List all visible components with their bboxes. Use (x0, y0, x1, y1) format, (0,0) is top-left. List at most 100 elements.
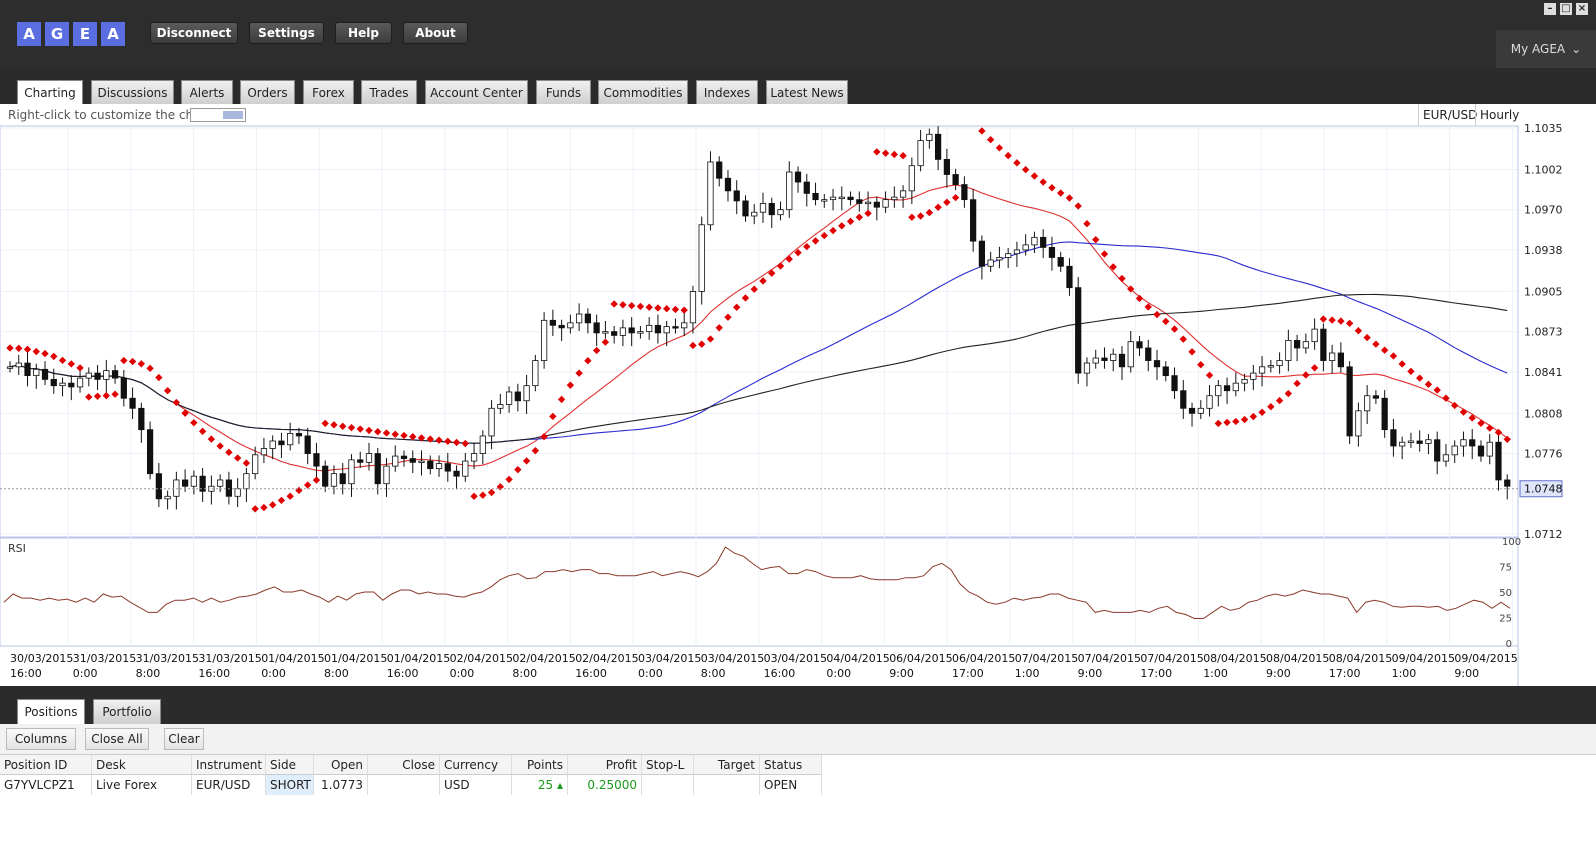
candle (164, 495, 171, 500)
candle (383, 465, 390, 485)
time-label-time: 9:00 (1266, 667, 1291, 680)
column-header[interactable]: Currency (440, 755, 512, 775)
candle (182, 479, 189, 487)
maximize-icon[interactable]: □ (1560, 3, 1572, 15)
column-header[interactable]: Points (512, 755, 568, 775)
sar-dot (916, 212, 925, 220)
sar-dot (1328, 316, 1336, 324)
sar-dot (461, 439, 469, 448)
sar-dot (452, 438, 461, 447)
candle (584, 313, 591, 324)
sar-dot (1205, 371, 1214, 379)
candle (505, 391, 513, 405)
time-label-time: 9:00 (1454, 667, 1479, 680)
tab-portfolio[interactable]: Portfolio (93, 699, 161, 724)
candle (1232, 382, 1239, 392)
candle (488, 407, 495, 437)
sar-dot (277, 496, 286, 505)
sar-dot (304, 481, 312, 489)
column-header[interactable]: Position ID (0, 755, 92, 775)
candlestick-chart[interactable]: 1.1035 1.1002 1.0970 1.0938 1.0905 1.0873 1.08… (0, 104, 1596, 686)
price-tick-label: 1.0938 (1524, 244, 1563, 257)
sar-dot (496, 483, 505, 491)
candle (646, 324, 653, 333)
tab-forex[interactable]: Forex (303, 80, 354, 104)
sar-dot (1372, 340, 1380, 348)
column-header[interactable]: Open (314, 755, 368, 775)
sar-dot (93, 392, 102, 400)
rsi-label: RSI (8, 542, 26, 555)
sar-dot (557, 395, 566, 404)
time-label-date: 08/04/2015 (1266, 652, 1329, 665)
candle (85, 372, 92, 379)
tab-commodities[interactable]: Commodities (598, 80, 688, 104)
price-tick-label: 1.0712 (1524, 528, 1563, 541)
sar-dot (855, 213, 863, 221)
clear-button[interactable]: Clear (164, 728, 204, 750)
top-bar: A G E A Disconnect Settings Help About –… (0, 0, 1596, 68)
column-header[interactable]: Stop-L (642, 755, 694, 775)
columns-button[interactable]: Columns (6, 728, 76, 750)
disconnect-button[interactable]: Disconnect (150, 22, 238, 44)
candle (217, 479, 224, 487)
candle (558, 324, 565, 329)
time-label-date: 31/03/2015 (73, 652, 136, 665)
candle (1504, 479, 1511, 487)
tab-discussions[interactable]: Discussions (91, 80, 174, 104)
candle (1136, 341, 1143, 349)
sar-dot (58, 356, 67, 365)
tab-orders[interactable]: Orders (240, 80, 295, 104)
column-header[interactable]: Close (368, 755, 440, 775)
settings-button[interactable]: Settings (249, 22, 324, 44)
sar-dot (522, 457, 531, 465)
about-button[interactable]: About (403, 22, 468, 44)
candle (444, 463, 451, 472)
sar-dot (1065, 194, 1074, 202)
tab-alerts[interactable]: Alerts (181, 80, 233, 104)
sar-dot (575, 369, 583, 377)
tab-indexes[interactable]: Indexes (696, 80, 758, 104)
sar-dot (1486, 424, 1494, 432)
price-tick-label: 1.0905 (1524, 285, 1563, 298)
chart-panel[interactable]: Right-click to customize the chart EUR/U… (0, 104, 1596, 686)
column-header[interactable]: Status (760, 755, 822, 775)
sar-dot (1319, 315, 1328, 323)
time-label-time: 16:00 (198, 667, 230, 680)
column-header[interactable]: Profit (568, 755, 642, 775)
sar-dot (207, 435, 216, 443)
close-all-button[interactable]: Close All (85, 728, 149, 750)
help-button[interactable]: Help (335, 22, 392, 44)
tab-trades[interactable]: Trades (361, 80, 417, 104)
sar-dot (1153, 310, 1161, 319)
tab-positions[interactable]: Positions (17, 699, 85, 724)
tab-latest-news[interactable]: Latest News (766, 80, 848, 104)
sar-dot (838, 222, 846, 230)
candle (409, 458, 416, 463)
close-icon[interactable]: × (1576, 3, 1588, 15)
sar-dot (1389, 352, 1398, 360)
account-menu[interactable]: My AGEA ⌄ (1496, 30, 1596, 68)
candle (41, 368, 49, 380)
column-header[interactable]: Desk (92, 755, 192, 775)
sar-dot (706, 335, 715, 343)
candle (549, 319, 556, 326)
candle (435, 463, 443, 470)
candle (1469, 439, 1476, 447)
candle (523, 385, 530, 402)
column-header[interactable]: Instrument (192, 755, 266, 775)
cell-open: 1.0773 (314, 775, 368, 795)
tab-account-center[interactable]: Account Center (425, 80, 528, 104)
sar-dot (225, 448, 233, 457)
candle (908, 165, 915, 192)
candle (540, 319, 548, 361)
sar-dot (1275, 396, 1284, 405)
minimize-icon[interactable]: – (1544, 3, 1556, 15)
time-label-time: 9:00 (1078, 667, 1103, 680)
tab-funds[interactable]: Funds (536, 80, 591, 104)
sar-dot (6, 344, 14, 352)
cell-position-id: G7YVLCPZ1 (0, 775, 92, 795)
column-header[interactable]: Target (694, 755, 760, 775)
tab-charting[interactable]: Charting (17, 80, 83, 105)
table-row[interactable]: G7YVLCPZ1 Live Forex EUR/USD SHORT 1.077… (0, 775, 1596, 795)
column-header[interactable]: Side (266, 755, 314, 775)
